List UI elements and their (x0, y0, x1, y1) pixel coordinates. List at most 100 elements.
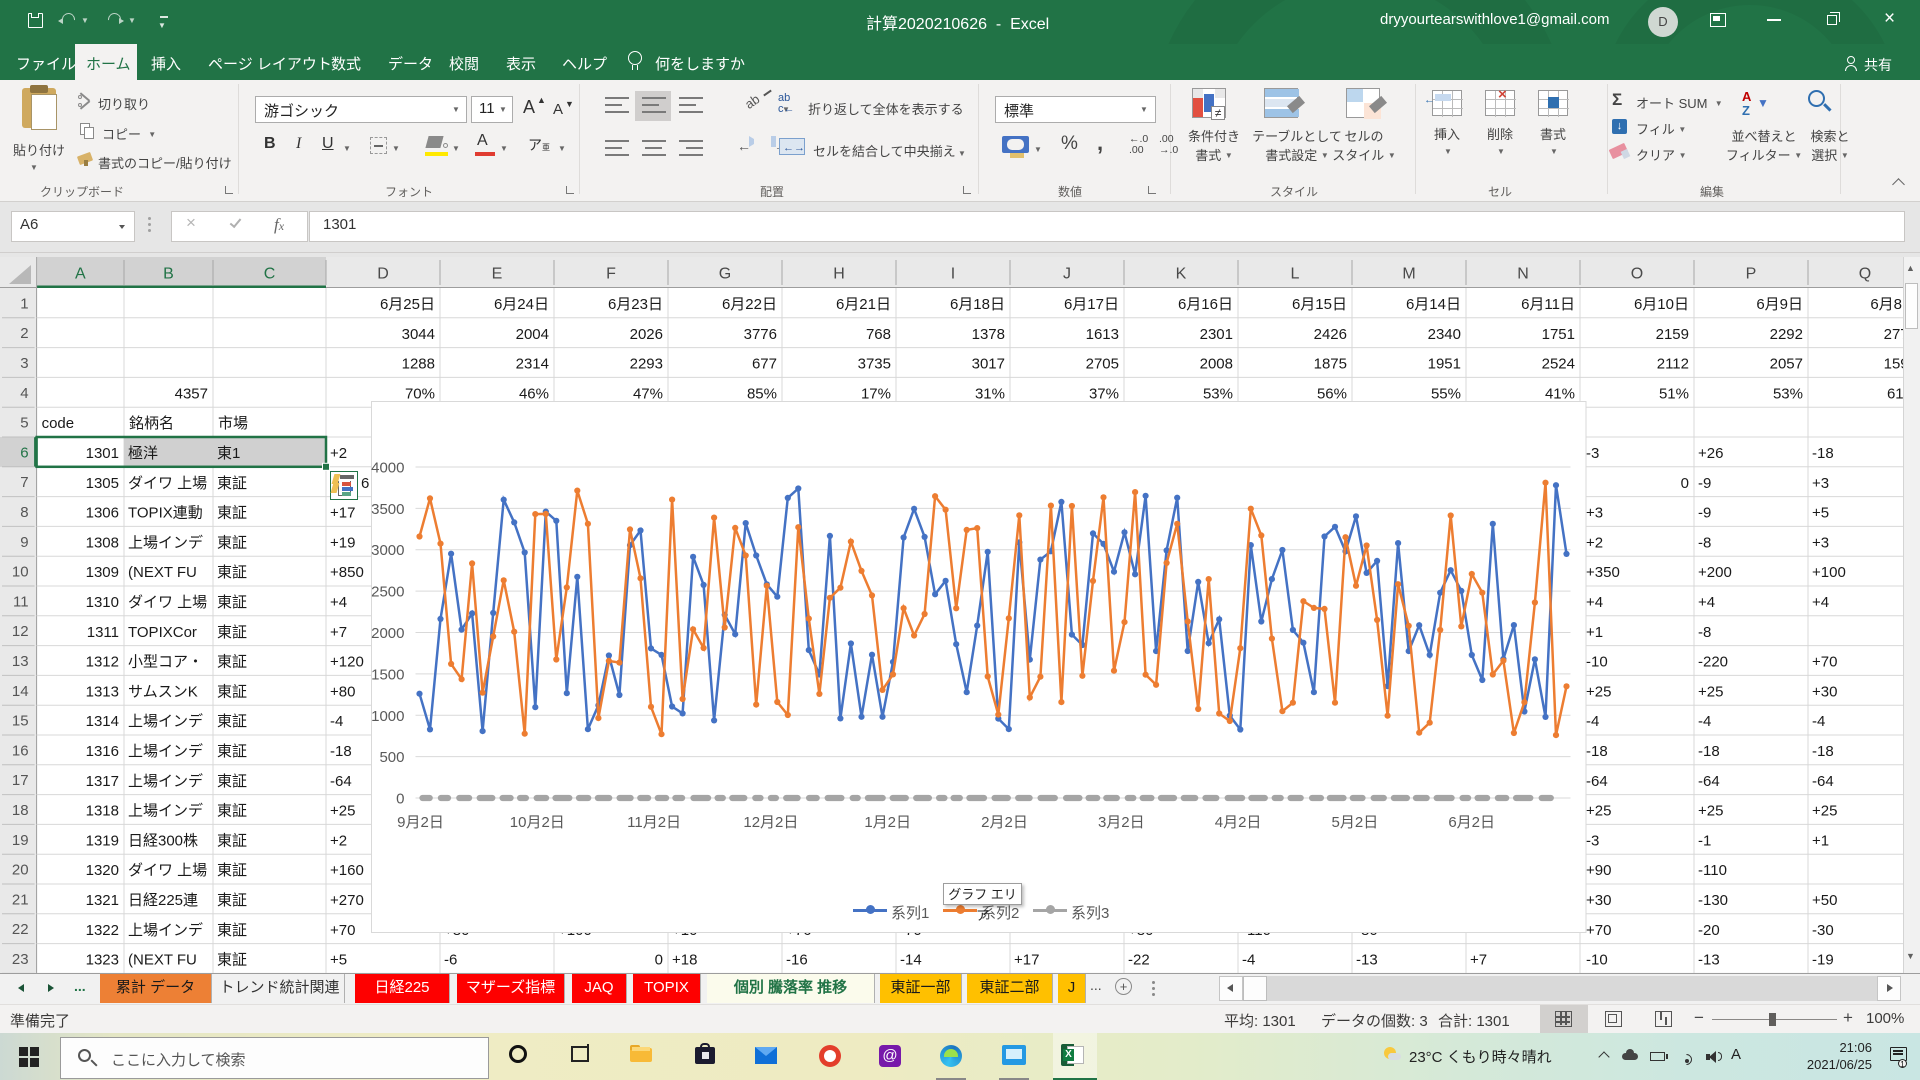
svg-text:銘柄名: 銘柄名 (129, 415, 174, 432)
svg-text:-19: -19 (1812, 952, 1834, 969)
svg-text:O: O (1631, 266, 1643, 283)
svg-text:+18: +18 (672, 952, 697, 969)
svg-text:-64: -64 (330, 773, 352, 790)
svg-text:+200: +200 (1698, 564, 1732, 581)
svg-text:1318: 1318 (86, 803, 119, 820)
svg-text:1751: 1751 (1542, 326, 1575, 343)
svg-text:-110: -110 (1698, 862, 1727, 879)
svg-text:東証: 東証 (217, 922, 247, 939)
svg-text:1月2日: 1月2日 (864, 814, 911, 831)
svg-text:-64: -64 (1812, 773, 1834, 790)
svg-text:2004: 2004 (516, 326, 549, 343)
svg-text:+7: +7 (330, 624, 347, 641)
svg-text:東証: 東証 (217, 743, 247, 760)
svg-text:53%: 53% (1203, 385, 1233, 402)
svg-text:-3: -3 (1586, 445, 1599, 462)
svg-text:0: 0 (655, 952, 663, 969)
svg-text:1301: 1301 (86, 445, 119, 462)
svg-text:1314: 1314 (86, 713, 119, 730)
svg-text:東証: 東証 (217, 832, 247, 849)
svg-text:+2: +2 (1586, 534, 1603, 551)
svg-text:上場インデ: 上場インデ (128, 921, 203, 939)
svg-text:+850: +850 (330, 564, 364, 581)
svg-text:2月2日: 2月2日 (981, 814, 1028, 831)
svg-text:+2: +2 (330, 832, 347, 849)
svg-text:ダイワ 上場: ダイワ 上場 (128, 594, 207, 611)
svg-text:東証: 東証 (217, 475, 247, 492)
svg-text:53%: 53% (1773, 385, 1803, 402)
svg-text:+25: +25 (1586, 683, 1611, 700)
svg-text:-9: -9 (1698, 505, 1711, 522)
svg-text:2314: 2314 (516, 356, 549, 373)
svg-text:6月16日: 6月16日 (1178, 296, 1233, 313)
svg-text:19: 19 (12, 832, 29, 849)
svg-text:+70: +70 (1812, 654, 1837, 671)
svg-text:D: D (377, 266, 389, 283)
svg-text:6月9日: 6月9日 (1756, 296, 1803, 313)
svg-text:1951: 1951 (1428, 356, 1461, 373)
svg-text:15: 15 (12, 713, 29, 730)
svg-text:1308: 1308 (86, 534, 119, 551)
svg-text:J: J (1063, 266, 1071, 283)
svg-text:+3: +3 (1812, 475, 1829, 492)
svg-text:+5: +5 (330, 952, 347, 969)
svg-text:16: 16 (12, 742, 29, 759)
svg-text:7: 7 (20, 474, 28, 491)
svg-text:-4: -4 (1242, 952, 1255, 969)
svg-text:-30: -30 (1812, 922, 1834, 939)
svg-text:2057: 2057 (1770, 356, 1803, 373)
svg-text:+25: +25 (1698, 683, 1723, 700)
svg-text:23: 23 (12, 951, 29, 968)
svg-text:+50: +50 (1812, 892, 1837, 909)
svg-text:1320: 1320 (86, 862, 119, 879)
svg-text:1321: 1321 (86, 892, 119, 909)
svg-text:東1: 東1 (217, 445, 240, 462)
svg-text:9月2日: 9月2日 (397, 814, 444, 831)
svg-text:+30: +30 (1812, 683, 1837, 700)
svg-text:3044: 3044 (402, 326, 435, 343)
svg-text:2426: 2426 (1314, 326, 1347, 343)
svg-text:-64: -64 (1586, 773, 1608, 790)
svg-text:-4: -4 (330, 713, 343, 730)
svg-text:1323: 1323 (86, 952, 119, 969)
svg-text:3月2日: 3月2日 (1097, 814, 1144, 831)
svg-text:10: 10 (12, 564, 29, 581)
svg-text:6月17日: 6月17日 (1064, 296, 1119, 313)
svg-text:-4: -4 (1698, 713, 1711, 730)
svg-text:G: G (719, 266, 731, 283)
svg-text:6: 6 (20, 444, 28, 461)
svg-text:-130: -130 (1698, 892, 1728, 909)
svg-text:+270: +270 (330, 892, 364, 909)
svg-text:(NEXT FU: (NEXT FU (128, 564, 197, 581)
svg-text:市場: 市場 (218, 415, 248, 432)
svg-text:+1: +1 (1586, 624, 1603, 641)
svg-text:-18: -18 (1812, 445, 1834, 462)
svg-text:17: 17 (12, 772, 29, 789)
svg-text:1613: 1613 (1086, 326, 1119, 343)
svg-text:-14: -14 (900, 952, 922, 969)
svg-text:1500: 1500 (371, 666, 404, 683)
svg-text:677: 677 (752, 356, 777, 373)
svg-text:11: 11 (13, 593, 29, 610)
svg-text:+3: +3 (1586, 505, 1603, 522)
svg-text:51%: 51% (1659, 385, 1689, 402)
svg-text:2008: 2008 (1200, 356, 1233, 373)
svg-text:M: M (1402, 266, 1415, 283)
svg-text:東証: 東証 (217, 803, 247, 820)
svg-text:3735: 3735 (858, 356, 891, 373)
svg-text:TOPIXCor: TOPIXCor (128, 624, 197, 641)
svg-text:上場インデ: 上場インデ (128, 742, 203, 760)
svg-text:K: K (1176, 266, 1187, 283)
svg-text:21: 21 (12, 891, 29, 908)
svg-text:-13: -13 (1356, 952, 1378, 969)
svg-text:code: code (42, 415, 75, 432)
svg-text:10月2日: 10月2日 (509, 814, 564, 831)
svg-text:上場インデ: 上場インデ (128, 712, 203, 730)
svg-text:1309: 1309 (86, 564, 119, 581)
svg-text:-18: -18 (1698, 743, 1720, 760)
svg-text:-22: -22 (1128, 952, 1150, 969)
svg-text:1313: 1313 (86, 683, 119, 700)
svg-text:6月25日: 6月25日 (380, 296, 435, 313)
svg-text:9: 9 (20, 534, 28, 551)
svg-text:18: 18 (12, 802, 29, 819)
